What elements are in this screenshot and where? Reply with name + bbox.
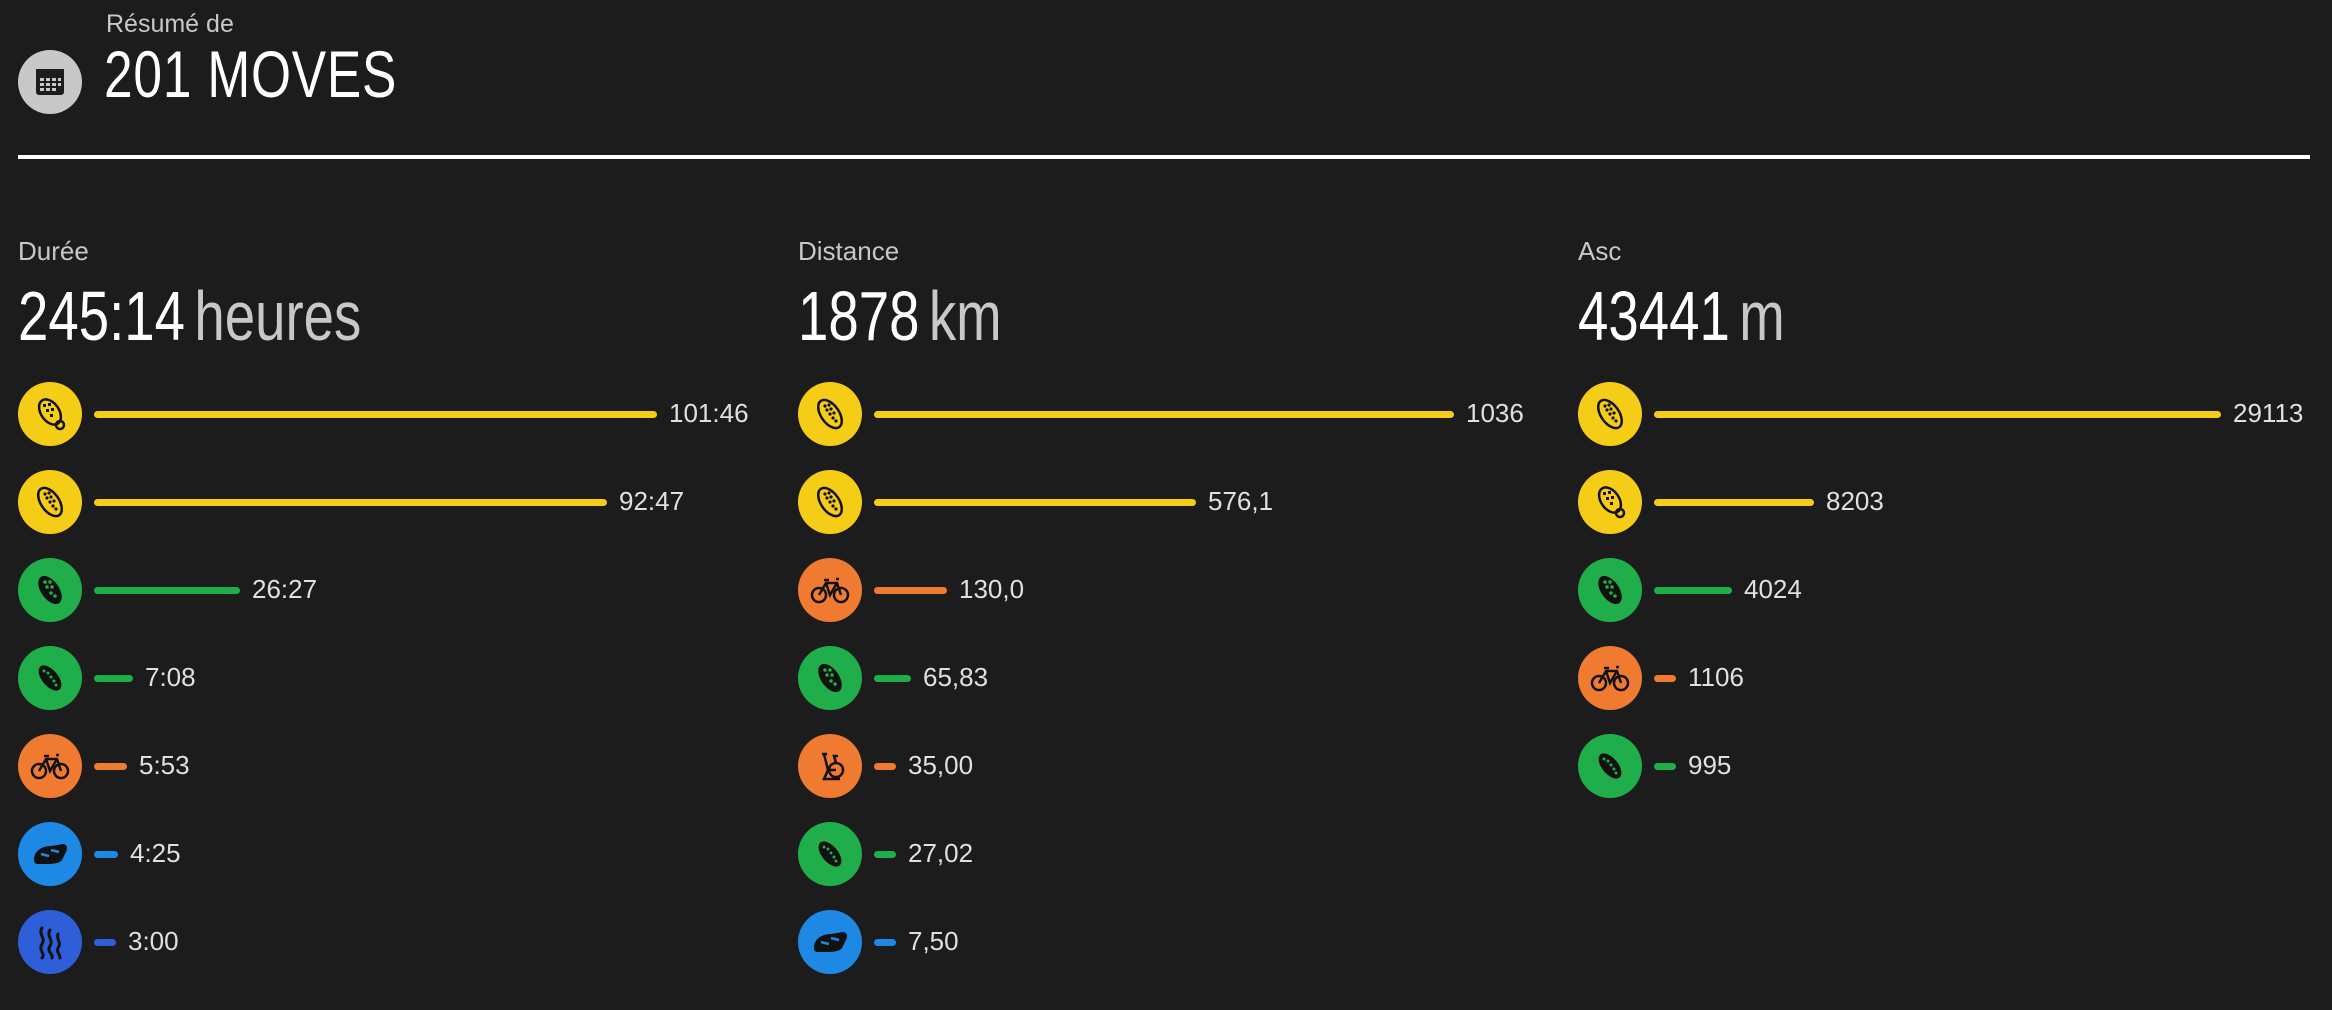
value-bar: [874, 587, 947, 594]
bicycle-icon: [798, 558, 862, 622]
hiking-boot-icon: [1578, 558, 1642, 622]
row-value: 65,83: [923, 662, 989, 692]
value-bar: [94, 411, 657, 418]
swimming-icon: [18, 910, 82, 974]
bicycle-icon: [1578, 646, 1642, 710]
activity-row: 35,00: [798, 734, 1528, 822]
row-value: 8203: [1826, 486, 1884, 516]
indoor-bike-icon: [798, 734, 862, 798]
value-bar: [94, 763, 127, 770]
value-bar: [1654, 587, 1732, 594]
row-value: 27,02: [908, 838, 974, 868]
activity-row: 130,0: [798, 558, 1528, 646]
activity-row: 1036: [798, 382, 1528, 470]
summary-header: Résumé de 201 MOVES: [18, 0, 2310, 160]
trail-shoe-icon: [1578, 470, 1642, 534]
value-bar: [94, 499, 607, 506]
row-value: 4024: [1744, 574, 1802, 604]
activity-row: 65,83: [798, 646, 1528, 734]
column-label: Asc: [1578, 236, 1622, 266]
activity-row: 26:27: [18, 558, 748, 646]
activity-row: 3:00: [18, 910, 748, 998]
walking-shoe-icon: [1578, 734, 1642, 798]
ski-boot-icon: [18, 822, 82, 886]
row-value: 5:53: [139, 750, 190, 780]
summary-subtitle: Résumé de: [106, 10, 234, 38]
activity-row: 101:46: [18, 382, 749, 470]
value-bar: [94, 587, 240, 594]
row-value: 7,50: [908, 926, 959, 956]
value-bar: [874, 499, 1196, 506]
activity-row: 29113: [1578, 382, 2308, 470]
calendar-icon: [18, 50, 82, 114]
total-value: 245:14: [18, 277, 186, 355]
value-bar: [94, 939, 116, 946]
row-value: 576,1: [1208, 486, 1274, 516]
activity-row: 4:25: [18, 822, 748, 910]
activity-row: 995: [1578, 734, 2308, 822]
value-bar: [874, 675, 911, 682]
row-value: 3:00: [128, 926, 179, 956]
row-value: 4:25: [130, 838, 181, 868]
running-shoe-icon: [798, 470, 862, 534]
row-value: 29113: [2233, 398, 2304, 428]
value-bar: [874, 411, 1454, 418]
value-bar: [94, 675, 133, 682]
walking-shoe-icon: [18, 646, 82, 710]
value-bar: [874, 763, 896, 770]
column-total: 1878 km: [798, 276, 1002, 356]
row-value: 101:46: [669, 398, 749, 428]
activity-row: 5:53: [18, 734, 748, 822]
total-unit: km: [928, 277, 1002, 355]
value-bar: [94, 851, 118, 858]
activity-list: 101:46 92:47 26:27 7:08 5:53 4:25 3:00: [18, 382, 749, 998]
row-value: 1106: [1688, 662, 1744, 692]
activity-row: 7:08: [18, 646, 748, 734]
column-total: 245:14 heures: [18, 276, 361, 356]
row-value: 7:08: [145, 662, 196, 692]
activity-row: 92:47: [18, 470, 748, 558]
column-label: Durée: [18, 236, 89, 266]
activity-row: 576,1: [798, 470, 1528, 558]
row-value: 995: [1688, 750, 1732, 780]
total-unit: heures: [194, 277, 362, 355]
row-value: 130,0: [959, 574, 1025, 604]
column-label: Distance: [798, 236, 900, 266]
row-value: 35,00: [908, 750, 974, 780]
column-total: 43441 m: [1578, 276, 1785, 356]
value-bar: [1654, 763, 1676, 770]
value-bar: [1654, 411, 2221, 418]
summary-title: 201 MOVES: [104, 37, 398, 111]
value-bar: [1654, 675, 1676, 682]
activity-list: 29113 8203 4024 1106 995: [1578, 382, 2308, 822]
activity-row: 4024: [1578, 558, 2308, 646]
activity-row: 8203: [1578, 470, 2308, 558]
header-divider: [18, 155, 2310, 159]
distance-column: Distance 1878 km 1036 576,1 130,0 65,83 35,00…: [798, 232, 1528, 992]
total-value: 43441: [1578, 277, 1730, 355]
activity-row: 7,50: [798, 910, 1528, 998]
duration-column: Durée 245:14 heures 101:46 92:47 26:27 7:08 5…: [18, 232, 749, 992]
walking-shoe-icon: [798, 822, 862, 886]
activity-row: 1106: [1578, 646, 2308, 734]
value-bar: [874, 851, 896, 858]
total-value: 1878: [798, 277, 920, 355]
hiking-boot-icon: [18, 558, 82, 622]
activity-list: 1036 576,1 130,0 65,83 35,00 27,02 7,50: [798, 382, 1528, 998]
total-unit: m: [1739, 277, 1785, 355]
hiking-boot-icon: [798, 646, 862, 710]
running-shoe-icon: [1578, 382, 1642, 446]
running-shoe-icon: [18, 470, 82, 534]
bicycle-icon: [18, 734, 82, 798]
ascent-column: Asc 43441 m 29113 8203 4024 1106 995: [1578, 232, 2308, 992]
row-value: 26:27: [252, 574, 318, 604]
ski-boot-icon: [798, 910, 862, 974]
row-value: 92:47: [619, 486, 685, 516]
running-shoe-icon: [798, 382, 862, 446]
activity-row: 27,02: [798, 822, 1528, 910]
row-value: 1036: [1466, 398, 1524, 428]
trail-shoe-icon: [18, 382, 82, 446]
value-bar: [874, 939, 896, 946]
value-bar: [1654, 499, 1814, 506]
